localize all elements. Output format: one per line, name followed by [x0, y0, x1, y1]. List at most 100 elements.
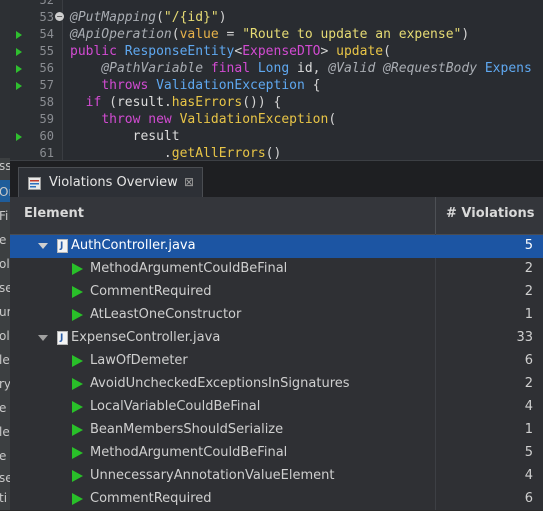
table-row-rule[interactable]: CommentRequired 6 [10, 488, 543, 511]
table-row-rule[interactable]: UnnecessaryAnnotationValueElement 4 [10, 465, 543, 488]
fold-collapse-icon[interactable]: − [55, 12, 64, 21]
table-row-rule[interactable]: AtLeastOneConstructor 1 [10, 304, 543, 327]
left-panel-fragment[interactable]: ti [0, 490, 7, 506]
left-panel-fragment[interactable]: e [0, 448, 6, 464]
table-row-rule[interactable]: MethodArgumentCouldBeFinal 5 [10, 442, 543, 465]
left-panel-fragment[interactable]: Fi [0, 208, 8, 224]
row-label: ExpenseController.java [71, 330, 221, 345]
tab-label: Violations Overview [49, 175, 178, 190]
left-panel-fragment[interactable]: e [0, 400, 6, 416]
violation-count: 5 [524, 238, 533, 253]
left-panel-fragment[interactable]: le [0, 352, 10, 368]
violation-count: 4 [524, 399, 533, 414]
table-row-rule[interactable]: BeanMembersShouldSerialize 1 [10, 419, 543, 442]
column-header-element[interactable]: Element [24, 206, 84, 221]
violation-count: 2 [524, 284, 533, 299]
violation-count: 33 [516, 330, 533, 345]
close-icon[interactable]: ⊠ [184, 175, 194, 189]
rule-marker-icon [72, 378, 83, 390]
table-row-rule[interactable]: LocalVariableCouldBeFinal 4 [10, 396, 543, 419]
row-label: LawOfDemeter [90, 353, 188, 368]
code-text: result [132, 129, 180, 144]
line-number: 56 [39, 61, 54, 75]
table-row-rule[interactable]: MethodArgumentCouldBeFinal 2 [10, 258, 543, 281]
rule-marker-icon [72, 286, 83, 298]
line-number: 59 [39, 112, 54, 126]
code-text: @ApiOperation(value = "Route to update a… [70, 27, 470, 42]
code-line: 58 if (result.hasErrors()) { [10, 94, 543, 111]
row-label: MethodArgumentCouldBeFinal [90, 261, 288, 276]
violation-count: 5 [524, 445, 533, 460]
left-panel-fragment[interactable]: ur [0, 304, 10, 320]
code-line: 59 throw new ValidationException( [10, 111, 543, 128]
code-line: 53 − @PutMapping("/{id}") [10, 9, 543, 26]
line-number: 52 [39, 0, 54, 7]
line-number: 58 [39, 95, 54, 109]
rule-marker-icon [72, 470, 83, 482]
code-text: @PutMapping("/{id}") [70, 10, 227, 25]
left-panel-fragment[interactable]: se [0, 470, 10, 486]
left-panel-fragment[interactable]: ry [0, 376, 10, 392]
code-editor[interactable]: 52 53 − @PutMapping("/{id}") 54 @ApiOper… [10, 0, 543, 160]
row-label: BeanMembersShouldSerialize [90, 422, 284, 437]
code-line: 56 @PathVariable final Long id, @Valid @… [10, 60, 543, 77]
line-number: 61 [39, 146, 54, 160]
violation-count: 1 [524, 307, 533, 322]
table-row-file[interactable]: J ExpenseController.java 33 [10, 327, 543, 350]
rule-marker-icon [72, 309, 83, 321]
rule-marker-icon [72, 355, 83, 367]
line-number: 57 [39, 78, 54, 92]
java-file-icon: J [57, 239, 68, 253]
code-text: @PathVariable final Long id, @Valid @Req… [101, 61, 532, 76]
left-panel-fragment[interactable]: ss [0, 158, 10, 174]
code-line: 61 .getAllErrors() [10, 145, 543, 160]
table-row-rule[interactable]: LawOfDemeter 6 [10, 350, 543, 373]
left-panel-fragment[interactable]: ole [0, 256, 10, 272]
table-row-rule[interactable]: AvoidUncheckedExceptionsInSignatures 2 [10, 373, 543, 396]
column-divider[interactable] [435, 197, 436, 234]
rule-marker-icon [72, 493, 83, 505]
left-panel-toolbar [0, 0, 10, 158]
violations-view-icon [28, 177, 41, 190]
code-line: 60 result [10, 128, 543, 145]
code-line: 57 throws ValidationException { [10, 77, 543, 94]
java-file-icon: J [57, 331, 68, 345]
code-text: throws ValidationException { [101, 78, 321, 93]
line-number: 54 [39, 27, 54, 41]
column-header-violations[interactable]: # Violations [446, 206, 534, 221]
line-number: 55 [39, 44, 54, 58]
code-text: .getAllErrors() [163, 146, 282, 160]
left-side-panel: ss Or Fi e ole se ur ole le ry e le e se… [0, 0, 10, 510]
code-line: 55 public ResponseEntity<ExpenseDTO> upd… [10, 43, 543, 60]
table-row-file[interactable]: J AuthController.java 5 [10, 235, 543, 258]
expand-arrow-icon[interactable] [38, 243, 48, 249]
row-label: MethodArgumentCouldBeFinal [90, 445, 288, 460]
row-label: AtLeastOneConstructor [90, 307, 242, 322]
line-number: 60 [39, 129, 54, 143]
left-panel-fragment[interactable]: e [0, 232, 6, 248]
left-panel-fragment[interactable]: Or [0, 184, 10, 200]
table-row-rule[interactable]: CommentRequired 2 [10, 281, 543, 304]
table-header: Element # Violations [10, 197, 543, 235]
violations-table[interactable]: Element # Violations J AuthController.ja… [10, 197, 543, 510]
violation-count: 6 [524, 353, 533, 368]
violation-count: 2 [524, 261, 533, 276]
line-number: 53 [39, 10, 54, 24]
row-label: LocalVariableCouldBeFinal [90, 399, 261, 414]
code-text: public ResponseEntity<ExpenseDTO> update… [70, 44, 391, 59]
row-label: CommentRequired [90, 491, 212, 506]
left-panel-fragment[interactable]: se [0, 280, 10, 296]
rule-marker-icon [72, 424, 83, 436]
left-panel-fragment[interactable]: ole [0, 328, 10, 344]
row-label: CommentRequired [90, 284, 212, 299]
row-label: AuthController.java [71, 238, 196, 253]
rule-marker-icon [72, 263, 83, 275]
expand-arrow-icon[interactable] [38, 335, 48, 341]
code-line: 54 @ApiOperation(value = "Route to updat… [10, 26, 543, 43]
code-text: if (result.hasErrors()) { [85, 95, 282, 110]
left-panel-fragment[interactable]: le [0, 424, 10, 440]
tab-violations-overview[interactable]: Violations Overview ⊠ [18, 167, 203, 198]
rule-marker-icon [72, 447, 83, 459]
row-label: AvoidUncheckedExceptionsInSignatures [90, 376, 350, 391]
view-tab-strip: Violations Overview ⊠ [10, 160, 543, 198]
